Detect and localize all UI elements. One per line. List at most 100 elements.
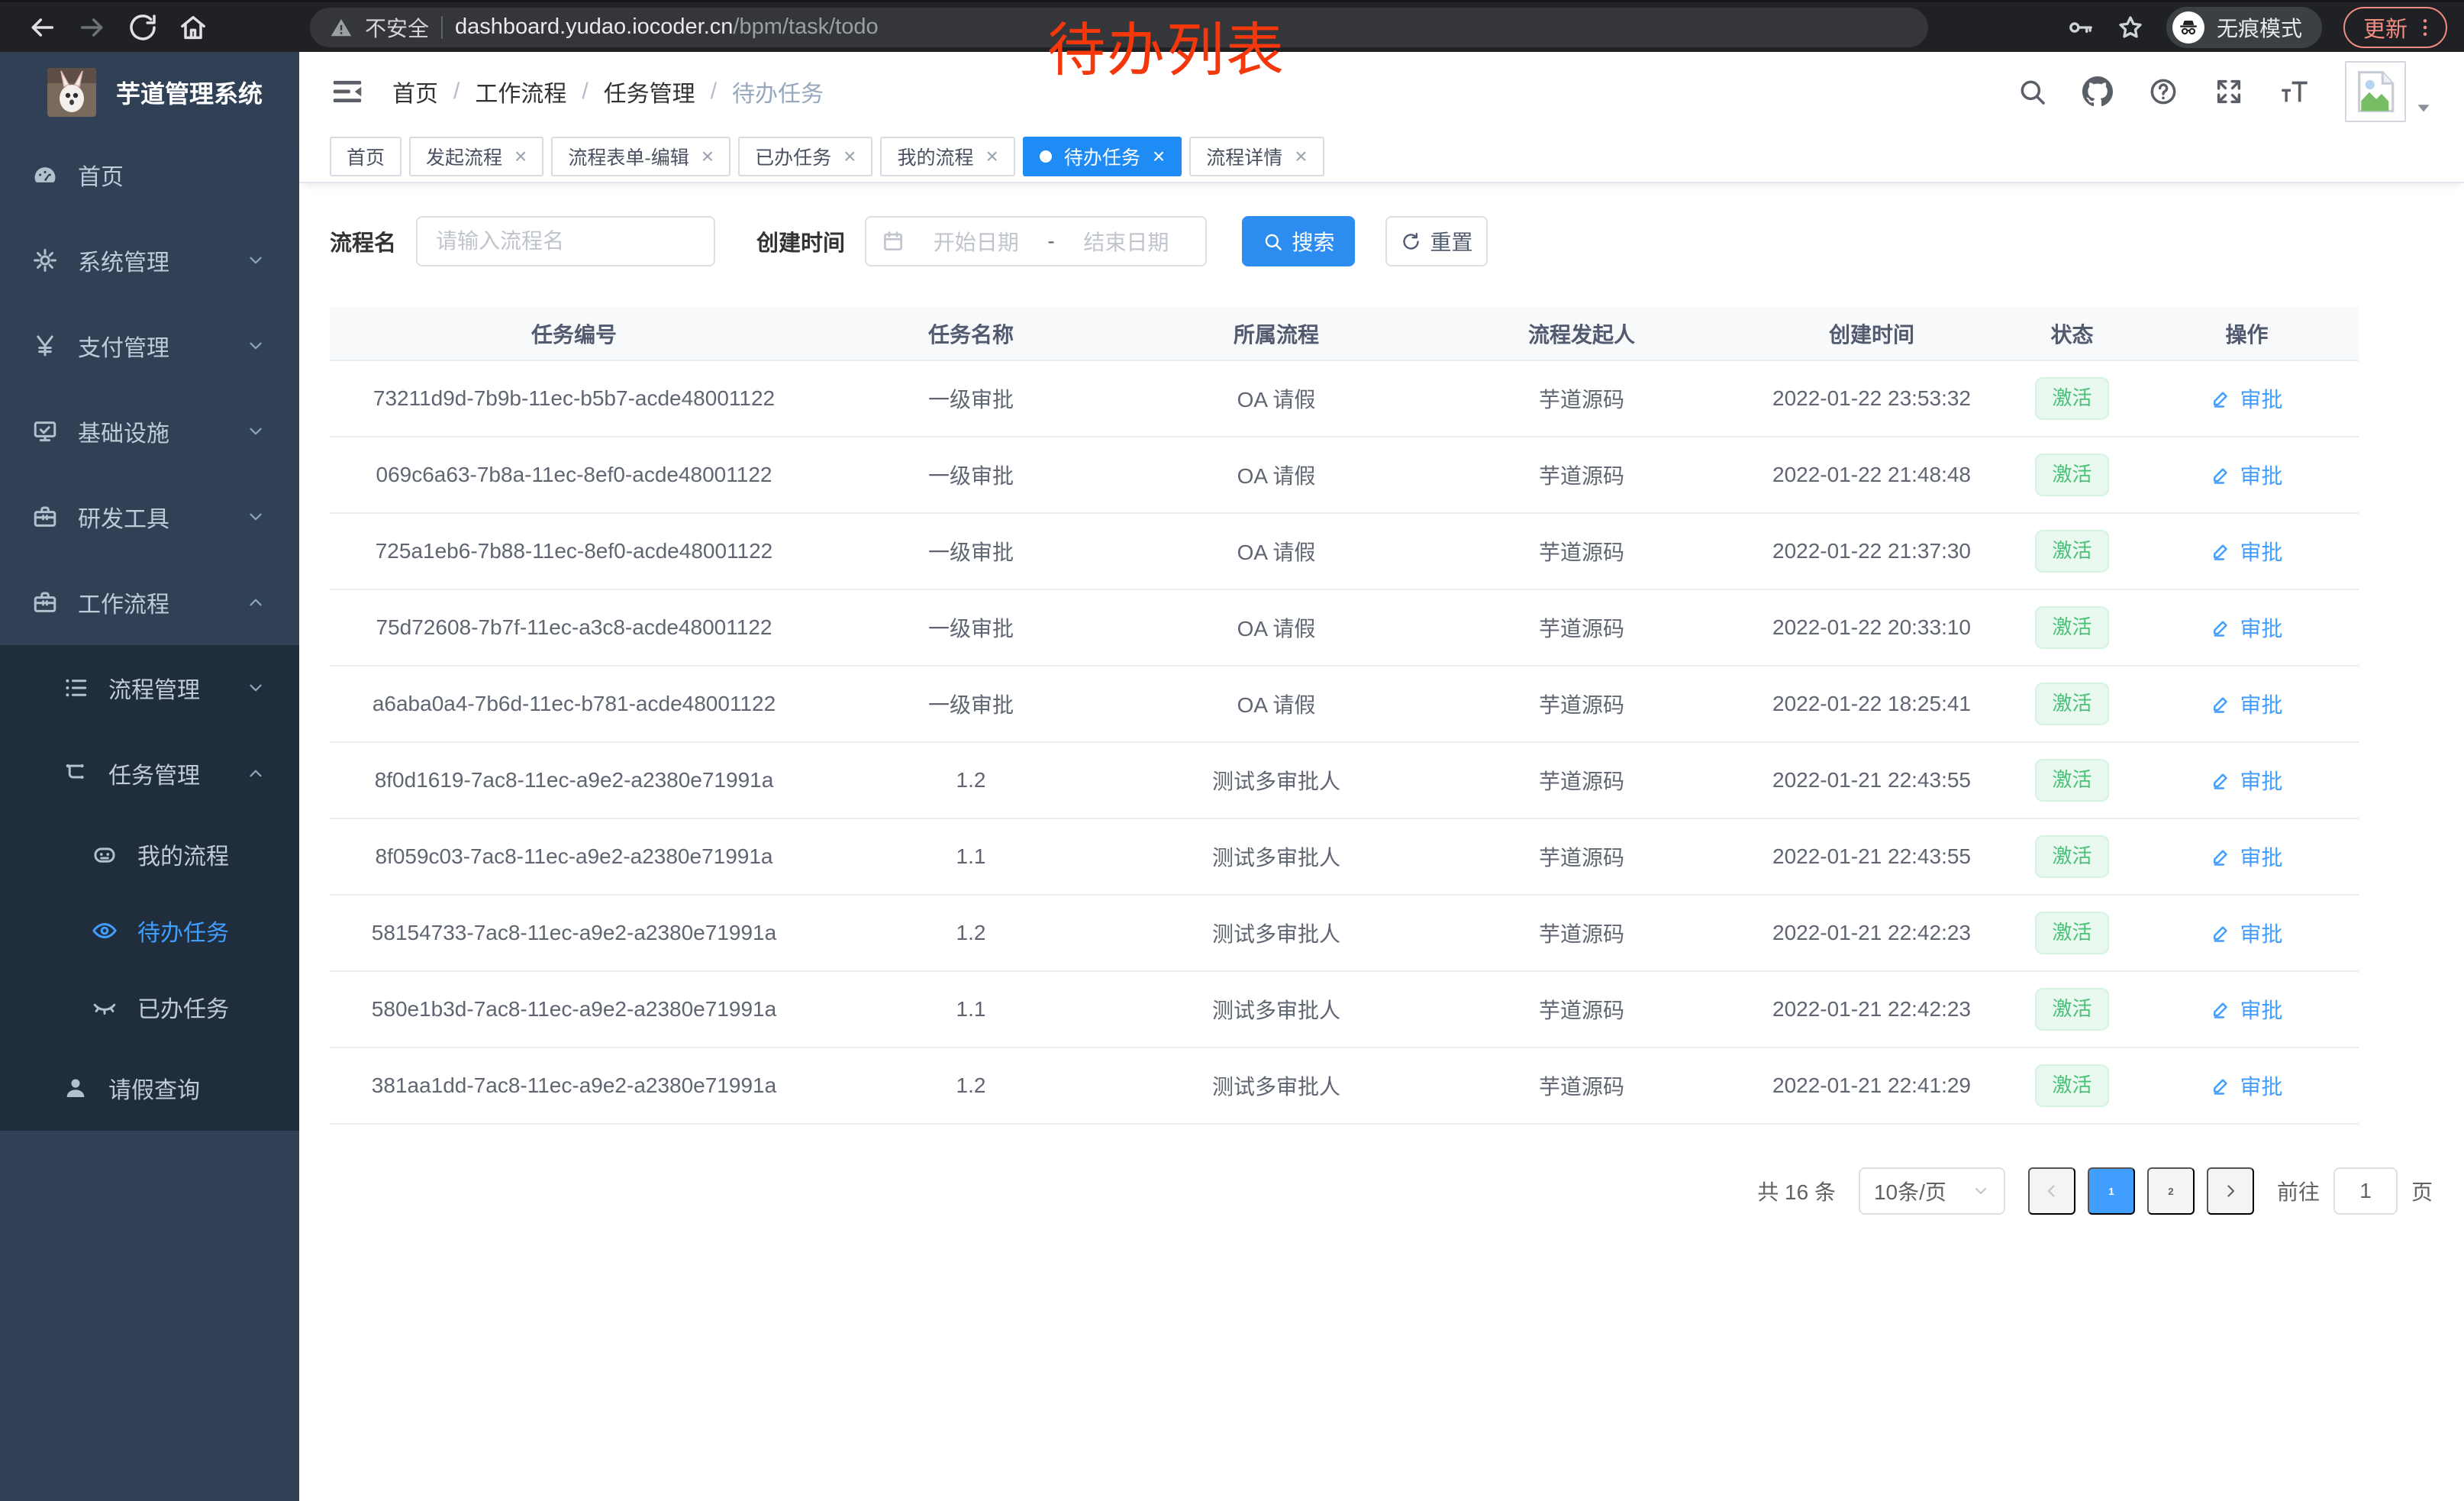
start-date-placeholder[interactable]: 开始日期 (912, 226, 1040, 257)
approve-link[interactable]: 审批 (2211, 689, 2282, 719)
search-icon[interactable] (2017, 76, 2047, 107)
page-size-select[interactable]: 10条/页 (1859, 1167, 2005, 1215)
column-header: 创建时间 (1734, 307, 2009, 360)
goto-page-input[interactable] (2333, 1167, 2398, 1215)
header-actions (2017, 61, 2433, 122)
sidebar-item-流程管理[interactable]: 流程管理 (0, 645, 299, 731)
edit-icon (2211, 693, 2232, 715)
breadcrumb-item[interactable]: 任务管理 (604, 75, 695, 108)
approve-link[interactable]: 审批 (2211, 383, 2282, 414)
breadcrumb-item[interactable]: 工作流程 (475, 75, 566, 108)
breadcrumb-item[interactable]: 首页 (392, 75, 438, 108)
prev-page-button[interactable] (2028, 1167, 2075, 1215)
table-row: 8f0d1619-7ac8-11ec-a9e2-a2380e71991a1.2测… (330, 742, 2359, 818)
close-icon[interactable]: × (1153, 146, 1165, 167)
main-area: 首页/工作流程/任务管理/待办任务 首页发起流程×流程表单-编辑×已办任务×我的… (299, 52, 2464, 1501)
edit-icon (2211, 770, 2232, 791)
sidebar-item-工作流程[interactable]: 工作流程 (0, 560, 299, 645)
fullscreen-icon[interactable] (2214, 76, 2244, 107)
logo-row[interactable]: 芋道管理系统 (0, 52, 299, 132)
password-key-icon[interactable] (2066, 13, 2095, 42)
approve-link[interactable]: 审批 (2211, 918, 2282, 948)
tab-流程详情[interactable]: 流程详情× (1189, 137, 1324, 176)
tab-已办任务[interactable]: 已办任务× (738, 137, 872, 176)
font-size-icon[interactable] (2279, 76, 2310, 107)
tab-我的流程[interactable]: 我的流程× (880, 137, 1014, 176)
github-icon[interactable] (2082, 76, 2113, 107)
home-icon[interactable] (178, 12, 208, 43)
status-badge: 激活 (2035, 377, 2108, 419)
approve-link[interactable]: 审批 (2211, 994, 2282, 1025)
date-range-picker[interactable]: 开始日期 - 结束日期 (865, 216, 1207, 266)
table-row: 381aa1dd-7ac8-11ec-a9e2-a2380e71991a1.2测… (330, 1047, 2359, 1124)
back-icon[interactable] (27, 12, 57, 43)
sidebar-item-label: 系统管理 (78, 244, 169, 277)
browser-menu-icon[interactable] (2414, 16, 2437, 39)
close-icon[interactable]: × (1295, 146, 1307, 167)
sidebar-item-请假查询[interactable]: 请假查询 (0, 1045, 299, 1131)
browser-update-button[interactable]: 更新 (2343, 7, 2447, 48)
app-title: 芋道管理系统 (116, 75, 263, 110)
chevron-right-icon (2221, 1182, 2240, 1200)
close-icon[interactable]: × (514, 146, 527, 167)
table-row: 58154733-7ac8-11ec-a9e2-a2380e71991a1.2测… (330, 895, 2359, 971)
cell-status: 激活 (2009, 666, 2135, 742)
close-icon[interactable]: × (701, 146, 714, 167)
cell-name: 一级审批 (818, 589, 1124, 666)
tab-流程表单-编辑[interactable]: 流程表单-编辑× (551, 137, 730, 176)
approve-link[interactable]: 审批 (2211, 1070, 2282, 1101)
tab-发起流程[interactable]: 发起流程× (409, 137, 543, 176)
status-badge: 激活 (2035, 759, 2108, 801)
cell-name: 1.2 (818, 895, 1124, 971)
approve-link[interactable]: 审批 (2211, 765, 2282, 796)
tab-首页[interactable]: 首页 (330, 137, 402, 176)
sidebar-item-label: 首页 (78, 158, 124, 192)
cell-initiator: 芋道源码 (1429, 742, 1734, 818)
close-icon[interactable]: × (985, 146, 998, 167)
tab-待办任务[interactable]: 待办任务× (1023, 137, 1182, 176)
filter-bar: 流程名 创建时间 开始日期 - 结束日期 搜索 重置 (330, 215, 2433, 267)
close-icon[interactable]: × (843, 146, 856, 167)
approve-link[interactable]: 审批 (2211, 612, 2282, 643)
sidebar-item-系统管理[interactable]: 系统管理 (0, 218, 299, 303)
page-button-2[interactable]: 2 (2147, 1167, 2195, 1215)
sidebar-item-研发工具[interactable]: 研发工具 (0, 474, 299, 560)
avatar-caret-icon[interactable] (2414, 98, 2433, 118)
approve-label: 审批 (2240, 1070, 2282, 1101)
reload-icon[interactable] (127, 12, 158, 43)
robot-icon (92, 841, 118, 867)
sidebar-item-基础设施[interactable]: 基础设施 (0, 389, 299, 474)
sidebar-item-首页[interactable]: 首页 (0, 132, 299, 218)
reset-button[interactable]: 重置 (1385, 216, 1488, 266)
forward-icon[interactable] (77, 12, 108, 43)
url-domain: dashboard.yudao.iocoder.cn (455, 15, 733, 39)
sidebar-item-我的流程[interactable]: 我的流程 (0, 816, 299, 893)
create-time-label: 创建时间 (756, 225, 845, 257)
approve-link[interactable]: 审批 (2211, 460, 2282, 490)
sidebar-item-待办任务[interactable]: 待办任务 (0, 893, 299, 969)
url-path: /bpm/task/todo (733, 15, 878, 39)
search-button[interactable]: 搜索 (1242, 216, 1355, 266)
sidebar-item-支付管理[interactable]: 支付管理 (0, 303, 299, 389)
end-date-placeholder[interactable]: 结束日期 (1063, 226, 1190, 257)
approve-link[interactable]: 审批 (2211, 536, 2282, 567)
next-page-button[interactable] (2207, 1167, 2254, 1215)
approve-link[interactable]: 审批 (2211, 841, 2282, 872)
collapse-sidebar-icon[interactable] (330, 74, 365, 109)
bookmark-star-icon[interactable] (2116, 13, 2145, 42)
sidebar-item-任务管理[interactable]: 任务管理 (0, 731, 299, 816)
page-content: 流程名 创建时间 开始日期 - 结束日期 搜索 重置 (299, 183, 2464, 1261)
avatar[interactable] (2345, 61, 2406, 122)
sidebar-item-label: 工作流程 (78, 586, 169, 619)
monitor-icon (32, 418, 58, 444)
gear-icon (32, 247, 58, 273)
annotation-overlay: 待办列表 (1047, 3, 1285, 87)
sidebar-item-已办任务[interactable]: 已办任务 (0, 969, 299, 1045)
help-icon[interactable] (2148, 76, 2179, 107)
cell-initiator: 芋道源码 (1429, 895, 1734, 971)
user-avatar-menu[interactable] (2345, 61, 2433, 122)
cell-process: OA 请假 (1124, 437, 1429, 513)
toolbox-icon (32, 589, 58, 615)
process-name-input[interactable] (416, 216, 715, 266)
page-button-1[interactable]: 1 (2088, 1167, 2135, 1215)
